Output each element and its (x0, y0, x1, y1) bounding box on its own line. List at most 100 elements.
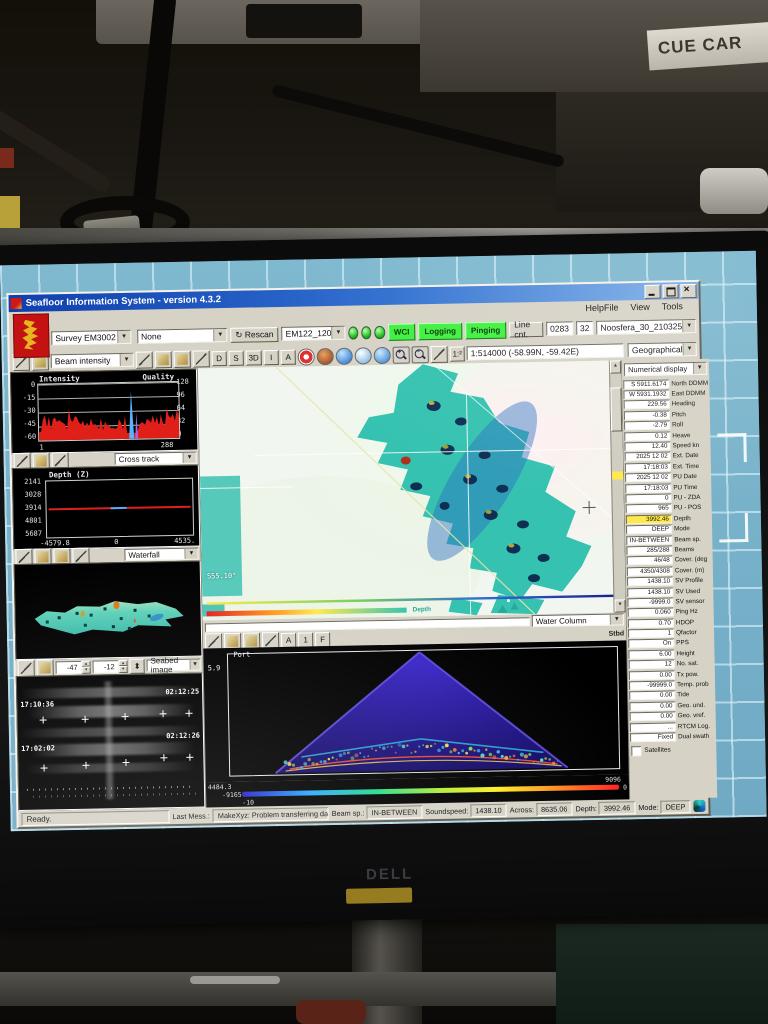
chevron-down-icon: ▼ (331, 327, 344, 339)
map-tool-icon[interactable] (154, 351, 171, 368)
numerical-value: -2.79 (624, 421, 670, 431)
geographical-map[interactable]: S55.10° Depth ▲ ▼ (198, 360, 626, 620)
scroll-down-icon[interactable]: ▼ (614, 599, 625, 612)
menu-item[interactable]: File (604, 302, 619, 312)
zoom-out-icon[interactable]: − (412, 346, 429, 363)
map-tool-icon[interactable] (192, 350, 209, 367)
range-spinner[interactable]: -12▲▼ (93, 659, 128, 673)
beam-intensity-combo[interactable]: Beam intensity▼ (51, 353, 134, 369)
cross-track-combo[interactable]: Cross track▼ (115, 452, 197, 466)
numerical-value: 17:18:03 (625, 483, 671, 493)
map-mode-button[interactable]: D (211, 350, 226, 365)
scroll-up-icon[interactable]: ▲ (610, 360, 621, 373)
asterisk-icon[interactable] (298, 348, 315, 365)
numerical-label: Ext. Time (671, 463, 699, 471)
numerical-value: 0.00 (629, 701, 675, 711)
numerical-label: Cover. (deg (673, 556, 708, 564)
line-number-field[interactable]: 0283 (546, 321, 573, 336)
survey-line-combo[interactable]: Noosfera_30_210325▼ (596, 319, 696, 335)
sounder-combo[interactable]: EM122_120▼ (281, 326, 345, 341)
numerical-label: Dual swath (676, 733, 709, 741)
waterfall-combo[interactable]: Waterfall▼ (124, 548, 198, 561)
numerical-label: PU - ZDA (671, 494, 700, 502)
tool-icon[interactable] (17, 659, 34, 676)
survey-combo[interactable]: Survey EM3002▼ (51, 330, 131, 346)
count-field[interactable]: 32 (576, 321, 594, 335)
wc-color-scale (242, 785, 619, 797)
seabed-image-panel: 17:10:36 02:12:25 17:02:02 02:12:26 (16, 672, 206, 811)
numerical-display-combo[interactable]: Numerical display▼ (624, 361, 707, 376)
cross-track-plot (45, 478, 194, 539)
minimize-button[interactable] (644, 284, 660, 298)
kongsberg-logo (13, 313, 50, 358)
terrain-icon[interactable] (317, 347, 334, 364)
numerical-value: 1 (628, 629, 674, 639)
close-button[interactable]: × (680, 283, 696, 297)
sphere-icon[interactable] (336, 347, 353, 364)
map-mode-button[interactable]: A (281, 349, 296, 364)
ct-x-max: 4535. (174, 537, 195, 545)
numerical-label: PU Time (671, 484, 697, 492)
map-tool-icon[interactable] (135, 351, 152, 368)
spin-down-icon: ▼ (82, 667, 91, 674)
map-mode-button[interactable]: I (264, 349, 279, 364)
satellites-checkbox[interactable] (631, 746, 641, 756)
wc-mode-button[interactable]: F (315, 632, 330, 647)
chevron-down-icon: ▼ (682, 320, 695, 332)
wc-axis-neg: -9165 (222, 791, 242, 799)
menu-item[interactable]: View (630, 302, 650, 312)
map-mode-button[interactable]: 3D (245, 350, 262, 365)
screen: Seafloor Information System - version 4.… (0, 251, 767, 831)
rescan-button[interactable]: ↻ Rescan (230, 326, 279, 342)
status-field: Beam sp.: IN-BETWEEN (332, 805, 423, 820)
menu-item[interactable]: Tools (662, 301, 683, 311)
satellites-label: Satellites (644, 747, 671, 755)
numerical-label: Ext. Date (671, 452, 699, 460)
pinging-button[interactable]: Pinging (465, 321, 507, 339)
equipment-handle (700, 168, 768, 214)
map-mode-button[interactable]: S (228, 350, 243, 365)
shelf (96, 0, 426, 44)
seabed-combo[interactable]: Seabed image▼ (147, 659, 201, 672)
chevron-down-icon: ▼ (693, 362, 706, 373)
numerical-label: Tx pow. (675, 671, 699, 678)
scale-tool-icon[interactable]: 1:² (450, 346, 465, 361)
status-field: Across: 8635.06 (510, 802, 573, 816)
menu-help[interactable]: Help (585, 303, 604, 313)
numerical-label: PU - POS (672, 504, 702, 512)
maximize-button[interactable] (662, 284, 678, 298)
gain-spinner[interactable]: -47▲▼ (56, 660, 91, 674)
globe-icon[interactable] (355, 347, 372, 364)
wci-button[interactable]: WCI (388, 323, 416, 341)
depth-trace-highlight (111, 507, 127, 509)
beam-x-max: 288 (161, 441, 174, 449)
water-column-combo[interactable]: Water Column▼ (532, 613, 624, 627)
line-count-button[interactable]: Line cnt. (509, 321, 543, 337)
wc-mode-button[interactable]: A (281, 632, 296, 647)
globe-icon[interactable] (374, 346, 391, 363)
numerical-label: Qfactor (674, 629, 697, 636)
wc-mode-button[interactable]: 1 (298, 632, 313, 647)
water-column-plot: Port 5.9 (203, 640, 628, 782)
map-tool-icon[interactable] (173, 350, 190, 367)
numerical-label: SV Used (673, 587, 700, 595)
grid-tool-icon[interactable] (431, 345, 448, 362)
desk-rail-glint (190, 976, 280, 984)
view-mode-combo[interactable]: Geographical▼ (628, 342, 697, 357)
scroll-thumb[interactable] (610, 387, 622, 431)
numerical-label: Mode (672, 525, 690, 532)
tool-icon[interactable] (36, 659, 53, 676)
expand-vert-icon[interactable]: ⬍ (129, 658, 144, 673)
cable (0, 101, 113, 194)
numerical-value: 0 (625, 493, 671, 503)
numerical-value: 1438.10 (627, 587, 673, 597)
numerical-value: 229.56 (624, 400, 670, 410)
wc-axis-bottomleft: -10 (242, 799, 254, 807)
zoom-in-icon[interactable]: + (393, 346, 410, 363)
none-combo[interactable]: None▼ (137, 328, 227, 344)
ct-y-axis: 21413028391448015687 (15, 478, 42, 538)
chevron-down-icon: ▼ (184, 549, 197, 559)
numerical-value: Fixed (630, 732, 676, 742)
logging-button[interactable]: Logging (418, 322, 462, 340)
app-icon (11, 298, 22, 309)
